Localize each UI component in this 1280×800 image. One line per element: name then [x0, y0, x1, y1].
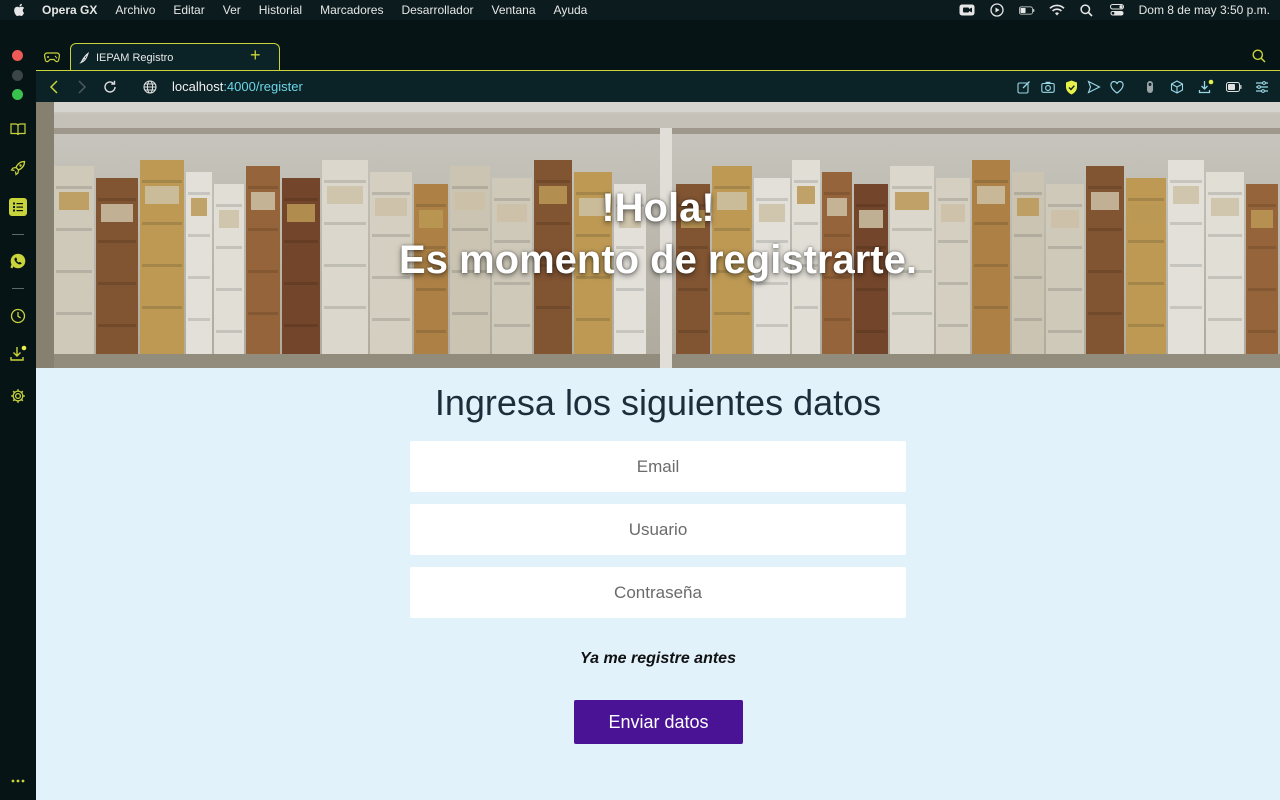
tab-title: IEPAM Registro: [96, 51, 174, 64]
menu-ayuda[interactable]: Ayuda: [554, 3, 588, 17]
camera-icon[interactable]: [959, 3, 975, 17]
battery-saver-icon[interactable]: [1226, 79, 1242, 95]
form-title: Ingresa los siguientes datos: [434, 382, 882, 423]
notes-icon[interactable]: [9, 198, 27, 216]
email-field[interactable]: [410, 441, 906, 492]
menubar-clock[interactable]: Dom 8 de may 3:50 p.m.: [1139, 3, 1270, 17]
gear-icon[interactable]: [9, 387, 27, 405]
menu-archivo[interactable]: Archivo: [115, 3, 155, 17]
username-field[interactable]: [410, 504, 906, 555]
hero-heading: !Hola! Es momento de registrarte.: [36, 184, 1280, 288]
menu-desarrollador[interactable]: Desarrollador: [401, 3, 473, 17]
menu-ver[interactable]: Ver: [223, 3, 241, 17]
easy-setup-icon[interactable]: [1254, 79, 1270, 95]
back-icon[interactable]: [46, 79, 62, 95]
control-center-icon[interactable]: [1109, 3, 1125, 17]
downloads-toolbar-icon[interactable]: [1198, 79, 1214, 95]
url-path: :4000/register: [223, 79, 303, 94]
download-icon[interactable]: [9, 345, 27, 363]
send-icon[interactable]: [1086, 79, 1102, 95]
sidebar-divider: [12, 288, 24, 289]
heart-icon[interactable]: [1109, 79, 1125, 95]
battery-icon[interactable]: [1018, 3, 1035, 17]
book-icon[interactable]: [9, 120, 27, 138]
more-icon[interactable]: [9, 772, 27, 790]
tab-iepam-registro[interactable]: IEPAM Registro: [70, 43, 280, 71]
tab-strip: IEPAM Registro +: [36, 20, 1280, 71]
search-icon[interactable]: [1079, 3, 1095, 17]
favicon-icon: [79, 51, 90, 64]
play-icon[interactable]: [989, 3, 1005, 17]
globe-icon[interactable]: [142, 79, 158, 95]
extensions-cube-icon[interactable]: [1169, 79, 1185, 95]
clock-icon[interactable]: [9, 307, 27, 325]
sidebar-divider: [12, 234, 24, 235]
url-field[interactable]: localhost:4000/register: [172, 79, 303, 94]
submit-button[interactable]: Enviar datos: [574, 700, 743, 744]
menu-app-name[interactable]: Opera GX: [42, 3, 97, 17]
zoom-window-button[interactable]: [12, 89, 23, 100]
close-window-button[interactable]: [12, 50, 23, 61]
hero-subtitle: Es momento de registrarte.: [399, 238, 917, 282]
page-viewport: !Hola! Es momento de registrarte. Ingres…: [36, 102, 1280, 800]
password-field[interactable]: [410, 567, 906, 618]
opera-sidebar: [0, 20, 36, 800]
apple-icon[interactable]: [12, 3, 26, 17]
menu-ventana[interactable]: Ventana: [491, 3, 535, 17]
minimize-window-button[interactable]: [12, 70, 23, 81]
rocket-icon[interactable]: [9, 159, 27, 177]
menu-editar[interactable]: Editar: [173, 3, 204, 17]
macos-menubar: Opera GX Archivo Editar Ver Historial Ma…: [0, 0, 1280, 20]
url-host: localhost: [172, 79, 224, 94]
menu-marcadores[interactable]: Marcadores: [320, 3, 383, 17]
tab-search-icon[interactable]: [1252, 49, 1268, 65]
already-registered-link[interactable]: Ya me registre antes: [36, 650, 1280, 668]
shield-icon[interactable]: [1063, 79, 1079, 95]
hero-greeting: !Hola!: [601, 186, 715, 230]
gx-controller-icon[interactable]: [43, 50, 61, 63]
forward-icon[interactable]: [74, 79, 90, 95]
snapshot-icon[interactable]: [1040, 79, 1056, 95]
new-tab-button[interactable]: +: [250, 46, 261, 64]
whatsapp-icon[interactable]: [9, 252, 27, 270]
wifi-icon[interactable]: [1049, 3, 1065, 17]
tracker-icon[interactable]: [1142, 79, 1158, 95]
address-bar: localhost:4000/register: [36, 70, 1280, 102]
menu-historial[interactable]: Historial: [259, 3, 302, 17]
hero-banner: !Hola! Es momento de registrarte.: [36, 102, 1280, 368]
edit-icon[interactable]: [1016, 79, 1032, 95]
reload-icon[interactable]: [102, 79, 118, 95]
